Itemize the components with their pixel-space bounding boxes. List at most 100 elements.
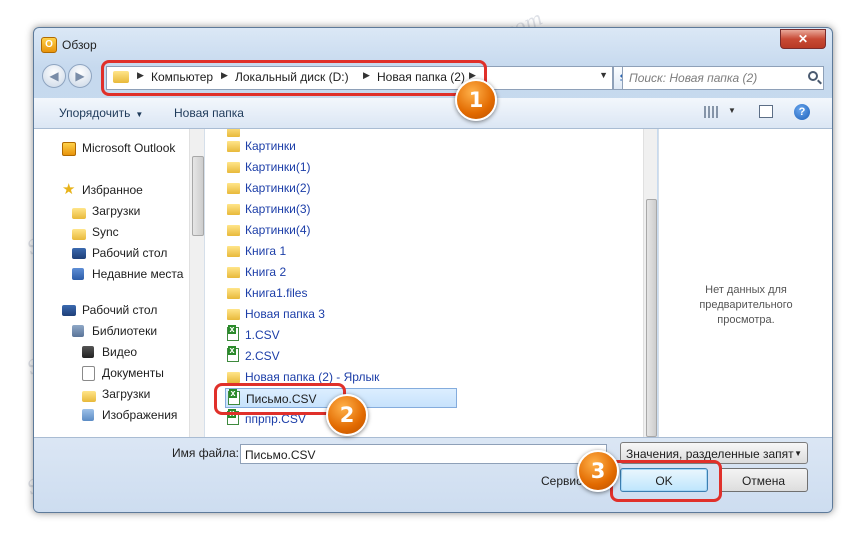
video-library-icon	[82, 346, 94, 358]
sidebar-item-label: Видео	[102, 345, 138, 359]
forward-button[interactable]: ▶	[68, 64, 92, 88]
back-button[interactable]: ◀	[42, 64, 66, 88]
file-name: Картинки	[245, 139, 296, 153]
breadcrumb-computer[interactable]: Компьютер	[151, 70, 213, 84]
navigation-bar: ◀ ▶ ▶ Компьютер ▶ Локальный диск (D:) ▶ …	[34, 61, 832, 91]
organize-label: Упорядочить	[59, 106, 131, 120]
file-name: Книга1.files	[245, 286, 308, 300]
folder-icon	[113, 71, 129, 83]
step-badge-3: 3	[577, 450, 619, 492]
chevron-down-icon: ▼	[135, 110, 144, 119]
search-input[interactable]: Поиск: Новая папка (2)	[622, 66, 824, 90]
new-folder-button[interactable]: Новая папка	[174, 106, 244, 120]
dialog-title: Обзор	[62, 38, 97, 52]
outlook-icon	[62, 142, 76, 156]
preview-pane-icon[interactable]	[759, 105, 773, 118]
folder-icon	[227, 129, 240, 137]
address-bar[interactable]: ▶ Компьютер ▶ Локальный диск (D:) ▶ Нова…	[106, 66, 613, 90]
command-toolbar: Упорядочить ▼ Новая папка ▼ ?	[34, 98, 832, 129]
cancel-button[interactable]: Отмена	[719, 468, 808, 492]
preview-message: Нет данных для предварительного просмотр…	[699, 284, 793, 326]
documents-library-icon	[82, 366, 95, 381]
browse-dialog: O Обзор ✕ ◀ ▶ ▶ Компьютер ▶ Локальный ди…	[33, 27, 833, 513]
sidebar-item-label: Документы	[102, 366, 164, 380]
folder-icon	[227, 309, 240, 320]
organize-menu[interactable]: Упорядочить ▼	[59, 106, 143, 120]
title-bar[interactable]: O Обзор ✕	[34, 28, 832, 58]
desktop-icon	[62, 305, 76, 316]
file-name: 2.CSV	[245, 349, 280, 363]
csv-file-icon	[227, 325, 239, 341]
sidebar-item-label: Рабочий стол	[92, 246, 168, 260]
file-name: Новая папка 3	[245, 307, 325, 321]
sidebar-item-label: Недавние места	[92, 267, 184, 281]
step-badge-2: 2	[326, 394, 368, 436]
folder-icon	[227, 225, 240, 236]
shortcut-folder-icon	[227, 372, 240, 383]
filetype-select[interactable]: Значения, разделенные запят ▼	[620, 442, 808, 464]
file-name: 1.CSV	[245, 328, 280, 342]
file-list-scrollbar[interactable]	[643, 129, 657, 437]
scrollbar-thumb[interactable]	[192, 156, 204, 236]
sidebar-item-label: Избранное	[82, 183, 143, 197]
file-name: ппрпр.CSV	[245, 412, 306, 426]
filetype-value: Значения, разделенные запят	[626, 447, 794, 461]
help-icon[interactable]: ?	[794, 104, 810, 120]
chevron-down-icon: ▼	[794, 449, 802, 458]
downloads-folder-icon	[72, 208, 86, 219]
csv-file-icon	[227, 346, 239, 362]
dialog-footer: Имя файла: Письмо.CSV ▼ Значения, раздел…	[34, 437, 832, 512]
file-name: Картинки(2)	[245, 181, 311, 195]
desktop-icon	[72, 248, 86, 259]
file-name: Книга 1	[245, 244, 287, 258]
chevron-right-icon[interactable]: ▶	[221, 70, 228, 81]
filename-label: Имя файла:	[172, 446, 239, 460]
scrollbar-thumb[interactable]	[646, 199, 657, 437]
file-name: Книга 2	[245, 265, 287, 279]
downloads-folder-icon	[82, 391, 96, 402]
file-list[interactable]: Картинки Картинки(1) Картинки(2) Картинк…	[205, 129, 657, 437]
csv-file-icon	[227, 409, 239, 425]
file-name: Картинки(4)	[245, 223, 311, 237]
chevron-down-icon[interactable]: ▼	[728, 106, 736, 115]
step-badge-1: 1	[455, 79, 497, 121]
folder-icon	[227, 183, 240, 194]
preview-pane: Нет данных для предварительного просмотр…	[658, 129, 832, 437]
sidebar-item-label: Рабочий стол	[82, 303, 158, 317]
libraries-icon	[72, 325, 84, 337]
sidebar-item-label: Sync	[92, 225, 119, 239]
folder-icon	[72, 229, 86, 240]
folder-icon	[227, 204, 240, 215]
star-icon: ★	[62, 181, 76, 198]
recent-places-icon	[72, 268, 84, 280]
folder-icon	[227, 162, 240, 173]
file-name: Картинки(1)	[245, 160, 311, 174]
folder-icon	[227, 288, 240, 299]
outlook-app-icon: O	[41, 37, 57, 53]
chevron-right-icon[interactable]: ▶	[363, 70, 370, 81]
chevron-down-icon[interactable]: ▼	[599, 70, 608, 80]
ok-button[interactable]: OK	[620, 468, 708, 492]
file-name: Письмо.CSV	[246, 392, 317, 406]
sidebar-item-label: Microsoft Outlook	[82, 141, 176, 155]
search-icon[interactable]	[808, 71, 818, 81]
sidebar-item-label: Библиотеки	[92, 324, 158, 338]
close-button[interactable]: ✕	[780, 29, 826, 49]
sidebar-item-label: Загрузки	[92, 204, 141, 218]
search-placeholder: Поиск: Новая папка (2)	[629, 71, 758, 85]
chevron-right-icon[interactable]: ▶	[137, 70, 144, 81]
csv-file-icon	[228, 389, 240, 405]
sidebar-item-label: Загрузки	[102, 387, 151, 401]
sidebar-item-label: Изображения	[102, 408, 178, 422]
folder-icon	[227, 141, 240, 152]
folder-icon	[227, 246, 240, 257]
folder-icon	[227, 267, 240, 278]
breadcrumb-new-folder-2[interactable]: Новая папка (2)	[377, 70, 465, 84]
navigation-pane[interactable]: Microsoft Outlook ★ Избранное Загрузки S…	[34, 129, 205, 437]
pictures-library-icon	[82, 409, 94, 421]
file-name: Картинки(3)	[245, 202, 311, 216]
view-options-icon[interactable]	[704, 106, 718, 118]
breadcrumb-local-disk[interactable]: Локальный диск (D:)	[235, 70, 349, 84]
sidebar-scrollbar[interactable]	[189, 129, 204, 437]
filename-field[interactable]: Письмо.CSV	[240, 444, 607, 464]
